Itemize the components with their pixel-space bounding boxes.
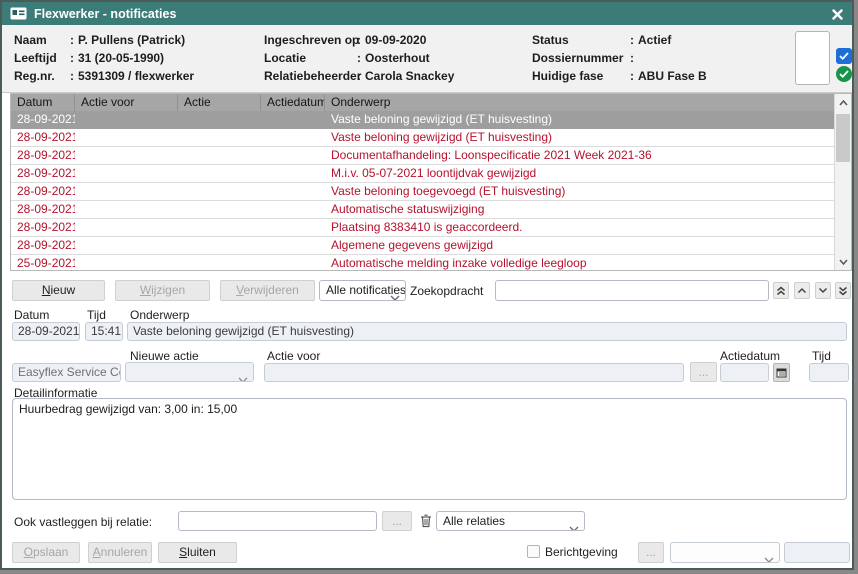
table-scrollbar[interactable] (834, 94, 851, 270)
table-row[interactable]: 28-09-2021Vaste beloning gewijzigd (ET h… (11, 129, 834, 147)
chevron-down-icon (238, 370, 248, 382)
sluiten-button[interactable]: Sluiten (158, 542, 237, 563)
table-row[interactable]: 28-09-2021Documentafhandeling: Loonspeci… (11, 147, 834, 165)
detailinformatie-textarea[interactable]: Huurbedrag gewijzigd van: 3,00 in: 15,00 (12, 398, 847, 500)
info-value: 31 (20-05-1990) (78, 51, 164, 65)
berichtgeving-select[interactable] (670, 542, 780, 563)
relatie-label: Ook vastleggen bij relatie: (14, 515, 152, 529)
actiedatum-label: Actiedatum (720, 349, 780, 363)
tijd2-field[interactable] (809, 363, 849, 382)
opslaan-button[interactable]: Opslaan (12, 542, 80, 563)
table-row[interactable]: 28-09-2021Vaste beloning toegevoegd (ET … (11, 183, 834, 201)
col-header-actiedatum[interactable]: Actiedatum (261, 94, 325, 111)
wijzigen-button[interactable]: Wijzigen (115, 280, 210, 301)
info-value: P. Pullens (Patrick) (78, 33, 185, 47)
datum-label: Datum (14, 308, 49, 322)
chevron-down-icon (764, 550, 774, 563)
relatie-filter-select[interactable]: Alle relaties (436, 511, 585, 531)
table-row[interactable]: 25-09-2021Automatische melding inzake vo… (11, 255, 834, 271)
chevron-up-icon[interactable] (794, 282, 810, 299)
blue-checkbox-icon[interactable] (836, 48, 852, 64)
nieuw-button[interactable]: Nieuw (12, 280, 105, 301)
info-value: 5391309 / flexwerker (78, 69, 194, 83)
info-label: Huidige fase (532, 68, 630, 84)
verwijderen-button[interactable]: Verwijderen (220, 280, 315, 301)
berichtgeving-browse-button[interactable]: ... (638, 542, 664, 563)
id-card-icon (10, 7, 27, 20)
table-row[interactable]: 28-09-2021Plaatsing 8383410 is geaccorde… (11, 219, 834, 237)
info-label: Leeftijd (14, 50, 70, 66)
info-label: Status (532, 32, 630, 48)
actie-voor-label: Actie voor (267, 349, 320, 363)
info-value: Actief (638, 33, 671, 47)
info-value: Oosterhout (365, 51, 430, 65)
calendar-icon[interactable] (773, 363, 790, 382)
window-title: Flexwerker - notificaties (34, 7, 176, 21)
chevron-down-icon (569, 519, 579, 531)
annuleren-button[interactable]: Annuleren (88, 542, 152, 563)
info-value: ABU Fase B (638, 69, 707, 83)
search-input[interactable] (495, 280, 769, 301)
search-label: Zoekopdracht (410, 284, 483, 298)
flexwerker-notificaties-window: Flexwerker - notificaties Naam:P. Pullen… (0, 0, 854, 570)
flexwerker-info-header: Naam:P. Pullens (Patrick) Leeftijd:31 (2… (2, 25, 852, 93)
info-value: Carola Snackey (365, 69, 454, 83)
info-value: 09-09-2020 (365, 33, 426, 47)
scrollbar-thumb[interactable] (836, 114, 850, 162)
table-header: Datum Actie voor Actie Actiedatum Onderw… (11, 94, 834, 111)
table-row[interactable]: 28-09-2021Vaste beloning gewijzigd (ET h… (11, 111, 834, 129)
service-center-field: Easyflex Service Cen (12, 363, 121, 382)
double-chevron-up-icon[interactable] (773, 282, 789, 299)
tijd-field: 15:41 (85, 322, 123, 341)
info-label: Locatie (264, 50, 357, 66)
photo-placeholder (795, 31, 830, 85)
col-header-datum[interactable]: Datum (11, 94, 75, 111)
info-label: Reg.nr. (14, 68, 70, 84)
col-header-actie-voor[interactable]: Actie voor (75, 94, 178, 111)
relatie-browse-button[interactable]: ... (382, 511, 412, 531)
onderwerp-field: Vaste beloning gewijzigd (ET huisvesting… (127, 322, 847, 341)
actie-voor-browse-button[interactable]: ... (690, 362, 717, 382)
info-label: Naam (14, 32, 70, 48)
scroll-up-icon[interactable] (835, 95, 851, 110)
tijd2-label: Tijd (812, 349, 831, 363)
relatie-input[interactable] (178, 511, 377, 531)
berichtgeving-checkbox[interactable] (527, 545, 540, 558)
status-ok-icon (836, 66, 852, 82)
notifications-table: Datum Actie voor Actie Actiedatum Onderw… (10, 93, 852, 271)
trash-icon[interactable] (416, 511, 436, 531)
actiedatum-field[interactable] (720, 363, 769, 382)
notification-filter-select[interactable]: Alle notificaties (319, 280, 406, 301)
berichtgeving-extra-field (784, 542, 850, 563)
table-row[interactable]: 28-09-2021Automatische statuswijziging (11, 201, 834, 219)
info-label: Relatiebeheerder (264, 68, 357, 84)
titlebar: Flexwerker - notificaties (2, 2, 852, 25)
double-chevron-down-icon[interactable] (835, 282, 851, 299)
tijd-label: Tijd (87, 308, 106, 322)
table-row[interactable]: 28-09-2021Algemene gegevens gewijzigd (11, 237, 834, 255)
table-row[interactable]: 28-09-2021M.i.v. 05-07-2021 loontijdvak … (11, 165, 834, 183)
datum-field: 28-09-2021 (12, 322, 80, 341)
berichtgeving-label: Berichtgeving (545, 545, 618, 559)
chevron-down-icon[interactable] (815, 282, 831, 299)
nieuwe-actie-select[interactable] (125, 362, 254, 382)
onderwerp-label: Onderwerp (130, 308, 189, 322)
info-label: Ingeschreven op (264, 32, 357, 48)
actie-voor-field[interactable] (264, 363, 684, 382)
col-header-actie[interactable]: Actie (178, 94, 261, 111)
close-icon[interactable] (830, 7, 844, 21)
info-label: Dossiernummer (532, 50, 630, 66)
nieuwe-actie-label: Nieuwe actie (130, 349, 199, 363)
col-header-onderwerp[interactable]: Onderwerp (325, 94, 834, 111)
scroll-down-icon[interactable] (835, 254, 851, 269)
chevron-down-icon (390, 288, 400, 301)
